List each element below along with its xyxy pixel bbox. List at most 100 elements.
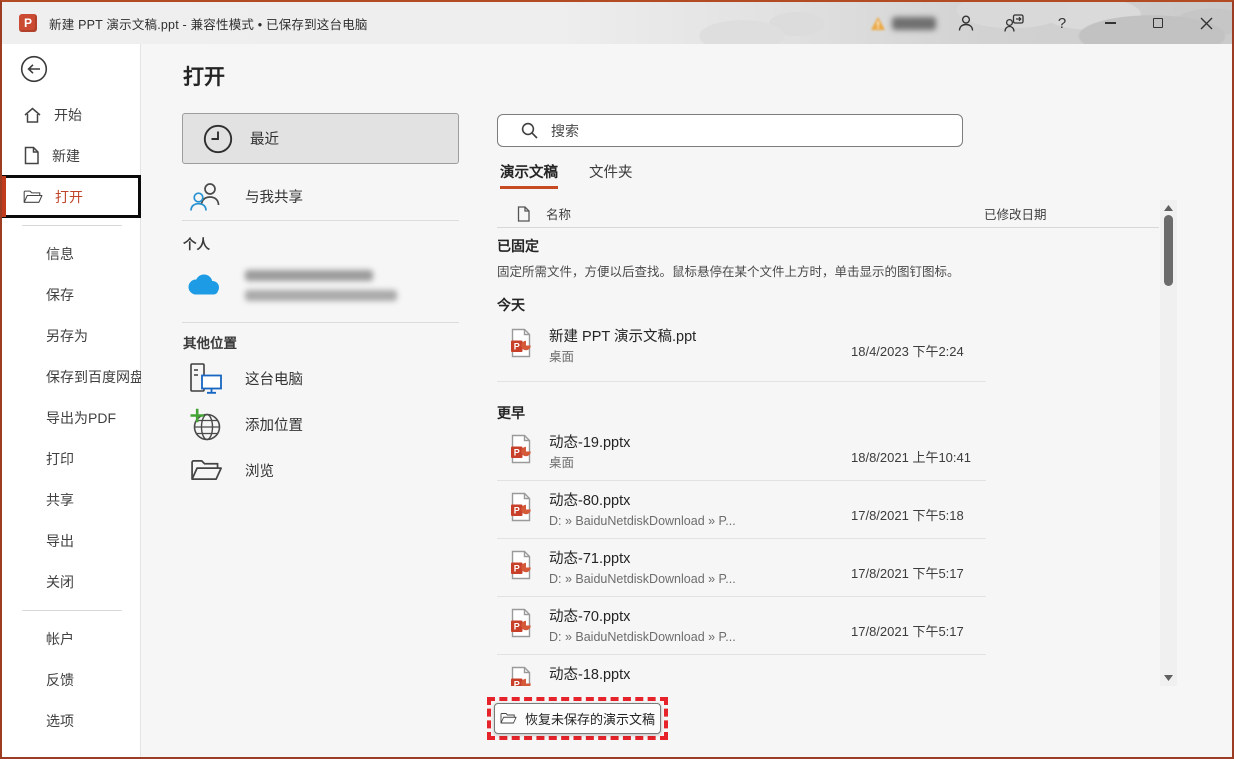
pinned-header: 已固定 xyxy=(497,236,1159,256)
file-row-wrap: 动态-70.pptx D: » BaiduNetdiskDownload » P… xyxy=(497,597,1159,655)
sidebar-item-home[interactable]: 开始 xyxy=(2,94,140,135)
file-row[interactable]: 动态-70.pptx D: » BaiduNetdiskDownload » P… xyxy=(497,608,1159,646)
page-title: 打开 xyxy=(183,61,225,91)
place-shared-with-me[interactable]: 与我共享 xyxy=(182,174,459,219)
file-modified-date: 17/8/2021 下午5:17 xyxy=(851,621,964,640)
sidebar-item-label: 保存到百度网盘 xyxy=(46,367,144,387)
maximize-icon xyxy=(1153,18,1163,28)
person-feedback-icon xyxy=(1004,14,1024,33)
sidebar-item-label: 打开 xyxy=(55,187,83,207)
pinned-description: 固定所需文件，方便以后查找。鼠标悬停在某个文件上方时，单击显示的图钉图标。 xyxy=(497,261,1159,280)
section-header-other: 其他位置 xyxy=(183,332,237,352)
place-this-pc[interactable]: 这台电脑 xyxy=(182,356,459,401)
ppt-file-icon xyxy=(509,492,533,522)
sidebar-item-export-pdf[interactable]: 导出为PDF xyxy=(2,397,140,438)
sidebar-item-label: 保存 xyxy=(46,285,74,305)
sidebar-item-label: 新建 xyxy=(52,146,80,166)
sidebar-item-feedback[interactable]: 反馈 xyxy=(2,659,140,700)
ppt-file-icon xyxy=(509,328,533,358)
back-arrow-icon[interactable] xyxy=(20,55,48,83)
close-button[interactable] xyxy=(1182,2,1230,44)
file-modified-date: 17/8/2021 下午5:18 xyxy=(851,505,964,524)
tab-presentations[interactable]: 演示文稿 xyxy=(500,161,558,189)
sidebar-divider xyxy=(2,217,140,233)
file-row-wrap: 动态-71.pptx D: » BaiduNetdiskDownload » P… xyxy=(497,539,1159,597)
file-row[interactable]: 动态-18.pptx xyxy=(497,666,1159,686)
warning-triangle-icon xyxy=(870,16,886,31)
sidebar-item-open[interactable]: 打开 xyxy=(2,176,140,217)
sidebar-item-info[interactable]: 信息 xyxy=(2,233,140,274)
sidebar-item-save-as[interactable]: 另存为 xyxy=(2,315,140,356)
sidebar-item-close[interactable]: 关闭 xyxy=(2,561,140,602)
close-icon xyxy=(1200,17,1213,30)
file-location: D: » BaiduNetdiskDownload » P... xyxy=(549,629,736,646)
file-type-tabs: 演示文稿 文件夹 xyxy=(500,161,633,189)
powerpoint-icon: P xyxy=(19,14,37,32)
sidebar-item-label: 开始 xyxy=(54,105,82,125)
account-button[interactable] xyxy=(942,2,990,44)
feedback-button[interactable] xyxy=(990,2,1038,44)
clock-icon xyxy=(202,123,234,155)
sidebar-item-label: 共享 xyxy=(46,490,74,510)
file-row[interactable]: 动态-19.pptx 桌面 18/8/2021 上午10:41 xyxy=(497,434,1159,472)
onedrive-text-redacted xyxy=(245,270,397,301)
minimize-button[interactable] xyxy=(1086,2,1134,44)
place-add-location[interactable]: 添加位置 xyxy=(182,402,459,447)
sidebar-item-label: 选项 xyxy=(46,711,74,731)
sidebar-item-account[interactable]: 帐户 xyxy=(2,618,140,659)
backstage-sidebar: 开始 新建 打开 信息 保存 另存为 保存到百度网盘 导出为PDF 打印 共享 … xyxy=(2,44,141,757)
sidebar-item-save-to-baidu[interactable]: 保存到百度网盘 xyxy=(2,356,140,397)
file-row[interactable]: 动态-80.pptx D: » BaiduNetdiskDownload » P… xyxy=(497,492,1159,530)
home-icon xyxy=(23,106,42,124)
recover-folder-icon xyxy=(500,712,517,725)
file-row[interactable]: 新建 PPT 演示文稿.ppt 桌面 18/4/2023 下午2:24 xyxy=(497,328,1159,373)
account-chip[interactable] xyxy=(870,2,936,44)
list-divider xyxy=(497,381,986,382)
sidebar-item-export[interactable]: 导出 xyxy=(2,520,140,561)
scroll-down-arrow[interactable] xyxy=(1160,670,1177,686)
vertical-scrollbar[interactable] xyxy=(1160,200,1177,686)
recover-unsaved-button[interactable]: 恢复未保存的演示文稿 xyxy=(494,703,661,734)
tab-folders[interactable]: 文件夹 xyxy=(589,161,633,189)
scroll-up-arrow[interactable] xyxy=(1160,200,1177,216)
sidebar-item-label: 导出为PDF xyxy=(46,408,116,428)
ppt-file-icon xyxy=(509,666,533,686)
onedrive-item[interactable] xyxy=(183,256,459,314)
place-label: 浏览 xyxy=(245,460,274,481)
help-button[interactable]: ? xyxy=(1038,2,1086,44)
file-location: D: » BaiduNetdiskDownload » P... xyxy=(549,571,736,588)
sidebar-item-save[interactable]: 保存 xyxy=(2,274,140,315)
file-name: 动态-80.pptx xyxy=(549,492,736,511)
triangle-up-icon xyxy=(1164,205,1173,211)
file-modified-date: 17/8/2021 下午5:17 xyxy=(851,563,964,582)
file-name: 动态-19.pptx xyxy=(549,434,630,453)
scrollbar-thumb[interactable] xyxy=(1164,215,1173,286)
sidebar-item-label: 导出 xyxy=(46,531,74,551)
place-label: 这台电脑 xyxy=(245,368,303,389)
search-icon xyxy=(521,122,538,139)
browse-folder-icon xyxy=(190,458,223,483)
sidebar-item-share[interactable]: 共享 xyxy=(2,479,140,520)
sidebar-item-print[interactable]: 打印 xyxy=(2,438,140,479)
recent-file-list: 名称 已修改日期 已固定 固定所需文件，方便以后查找。鼠标悬停在某个文件上方时，… xyxy=(497,200,1159,686)
place-label: 添加位置 xyxy=(245,414,303,435)
sidebar-item-label: 另存为 xyxy=(46,326,88,346)
search-input[interactable] xyxy=(538,115,962,146)
column-modified[interactable]: 已修改日期 xyxy=(984,204,1047,223)
section-header-personal: 个人 xyxy=(183,233,210,253)
column-name[interactable]: 名称 xyxy=(546,204,571,223)
file-row[interactable]: 动态-71.pptx D: » BaiduNetdiskDownload » P… xyxy=(497,550,1159,588)
ppt-file-icon xyxy=(509,434,533,464)
place-browse[interactable]: 浏览 xyxy=(182,448,459,493)
group-header-today: 今天 xyxy=(497,295,1159,315)
sidebar-item-new[interactable]: 新建 xyxy=(2,135,140,176)
file-modified-date: 18/8/2021 上午10:41 xyxy=(851,447,971,466)
place-recent[interactable]: 最近 xyxy=(182,113,459,164)
file-name: 动态-70.pptx xyxy=(549,608,736,627)
file-name: 动态-71.pptx xyxy=(549,550,736,569)
file-location: D: » BaiduNetdiskDownload » P... xyxy=(549,513,736,530)
sidebar-item-options[interactable]: 选项 xyxy=(2,700,140,741)
document-icon xyxy=(517,206,530,222)
sidebar-item-label: 关闭 xyxy=(46,572,74,592)
maximize-button[interactable] xyxy=(1134,2,1182,44)
